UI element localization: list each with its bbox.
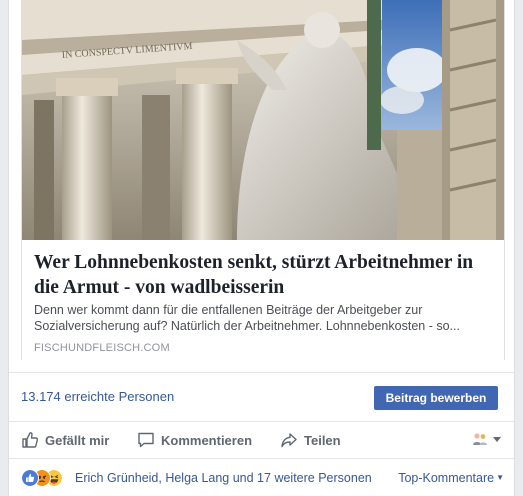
people-icon <box>473 433 487 445</box>
reaction-audience-selector[interactable] <box>472 432 502 446</box>
like-reaction-icon <box>21 469 39 487</box>
boost-post-button[interactable]: Beitrag bewerben <box>374 386 498 410</box>
comment-label: Kommentieren <box>161 432 253 448</box>
link-preview-text[interactable]: Wer Lohnnebenkosten senkt, stürzt Arbeit… <box>22 240 504 360</box>
top-comments-sort[interactable]: Top-Kommentare ▼ <box>398 471 504 485</box>
reactions-summary: Erich Grünheid, Helga Lang und 17 weiter… <box>9 459 514 496</box>
thumbs-up-icon <box>22 432 39 448</box>
like-label: Gefällt mir <box>45 432 110 448</box>
link-preview-image[interactable]: IN CONSPECTV LIMENTIVM <box>22 0 504 240</box>
top-comments-label: Top-Kommentare <box>398 471 495 485</box>
caret-down-icon: ▼ <box>496 473 504 482</box>
reaction-names-link[interactable]: Erich Grünheid, Helga Lang und 17 weiter… <box>75 471 372 485</box>
comment-icon <box>138 432 154 448</box>
share-label: Teilen <box>304 432 341 448</box>
post-insights-bar: 13.174 erreichte Personen Beitrag bewerb… <box>9 372 514 422</box>
reaction-icons[interactable] <box>21 469 73 487</box>
reach-count-link[interactable]: 13.174 erreichte Personen <box>21 389 174 404</box>
link-title[interactable]: Wer Lohnnebenkosten senkt, stürzt Arbeit… <box>34 250 494 300</box>
link-description: Denn wer kommt dann für die entfallenen … <box>34 303 460 333</box>
like-button[interactable]: Gefällt mir <box>21 430 109 450</box>
link-preview-card[interactable]: IN CONSPECTV LIMENTIVM Wer Lohnnebenkost… <box>21 0 505 360</box>
share-button[interactable]: Teilen <box>280 430 341 450</box>
share-arrow-icon <box>281 433 297 448</box>
comment-button[interactable]: Kommentieren <box>137 430 252 450</box>
caret-down-icon <box>493 437 501 442</box>
post-action-row: Gefällt mir Kommentieren Teilen <box>9 422 514 459</box>
link-domain: FISCHUNDFLEISCH.COM <box>34 342 170 354</box>
feed-post: IN CONSPECTV LIMENTIVM Wer Lohnnebenkost… <box>8 0 515 496</box>
